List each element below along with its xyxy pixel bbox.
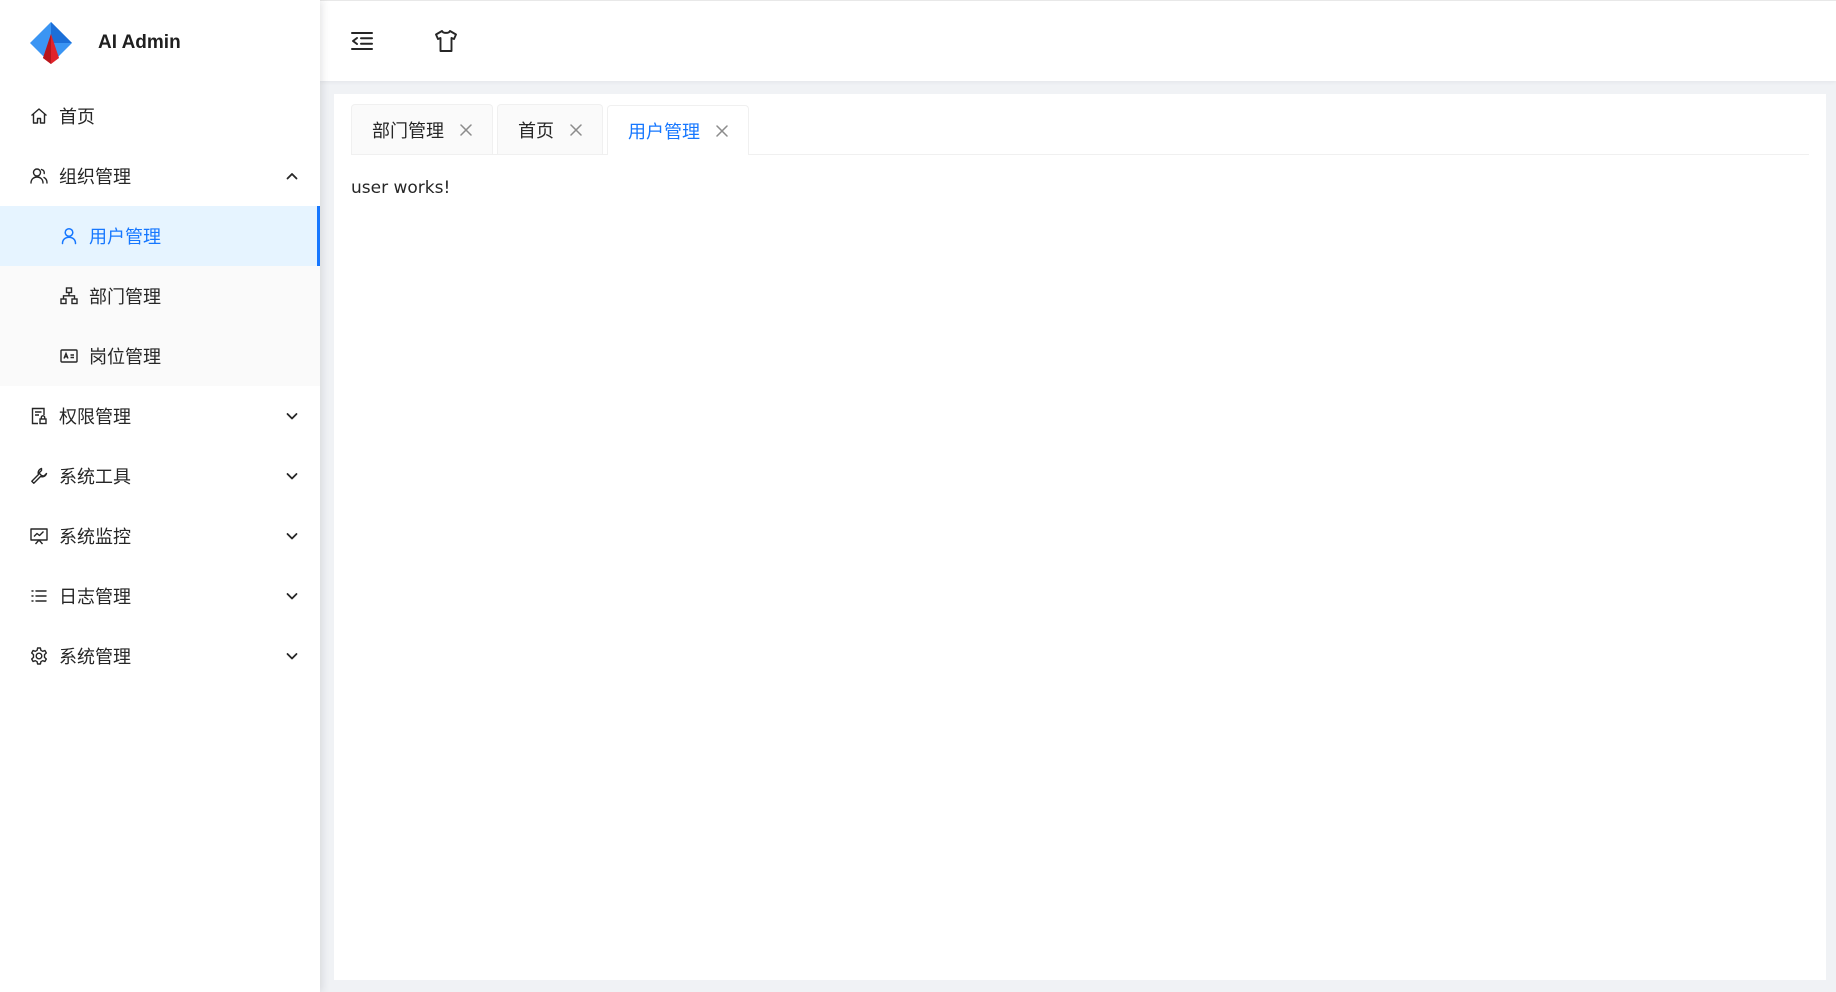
wrench-icon [28,465,50,487]
sidebar-item-label: 岗位管理 [89,347,161,368]
sidebar-item-system-monitor[interactable]: 系统监控 [0,506,320,566]
main-content: 部门管理 首页 用户管理 user works! [334,94,1826,980]
sidebar-item-label: 系统工具 [59,467,131,488]
file-lock-icon [28,405,50,427]
collapse-sidebar-button[interactable] [348,27,376,55]
skin-icon [435,30,457,52]
close-icon[interactable] [568,122,584,138]
tab-department-management[interactable]: 部门管理 [351,104,493,154]
sidebar-item-label: 首页 [59,107,95,128]
sidebar-item-label: 权限管理 [59,407,131,428]
sidebar-item-department-management[interactable]: 部门管理 [0,266,320,326]
close-icon[interactable] [714,123,730,139]
chevron-up-icon [286,173,298,180]
sidebar-item-label: 系统监控 [59,527,131,548]
home-icon [28,105,50,127]
tab-bar: 部门管理 首页 用户管理 [351,104,1809,155]
sidebar-item-log-management[interactable]: 日志管理 [0,566,320,626]
org-chart-icon [58,285,80,307]
top-header [320,0,1836,81]
sidebar-item-label: 用户管理 [89,227,161,248]
team-icon [28,165,50,187]
tab-home[interactable]: 首页 [497,104,603,154]
app-title: AI Admin [98,32,181,53]
list-icon [28,585,50,607]
sidebar-item-system-tools[interactable]: 系统工具 [0,446,320,506]
sidebar-item-label: 组织管理 [59,167,131,188]
sidebar-menu: 首页 组织管理 用户管理 部门管理 岗位管理 权限管理 系统工具 系统监控 日志… [0,86,320,686]
monitor-icon [28,525,50,547]
tab-label: 首页 [518,120,554,142]
sidebar-item-system-management[interactable]: 系统管理 [0,626,320,686]
logo[interactable]: AI Admin [0,0,320,86]
sidebar-item-label: 日志管理 [59,587,131,608]
tab-user-management[interactable]: 用户管理 [607,105,749,155]
sidebar-item-home[interactable]: 首页 [0,86,320,146]
logo-icon [30,22,72,64]
close-icon[interactable] [458,122,474,138]
chevron-down-icon [286,593,298,600]
theme-skin-button[interactable] [432,27,460,55]
sidebar-item-permission[interactable]: 权限管理 [0,386,320,446]
sidebar-item-position-management[interactable]: 岗位管理 [0,326,320,386]
user-icon [58,225,80,247]
submenu-organization: 用户管理 部门管理 岗位管理 [0,206,320,386]
tab-label: 部门管理 [372,120,444,142]
chevron-down-icon [286,473,298,480]
setting-icon [28,645,50,667]
menu-fold-icon [351,32,373,50]
tab-label: 用户管理 [628,121,700,143]
sidebar-item-label: 系统管理 [59,647,131,668]
page-body-text: user works! [351,178,451,198]
id-card-icon [58,345,80,367]
sidebar-item-user-management[interactable]: 用户管理 [0,206,320,266]
chevron-down-icon [286,653,298,660]
sidebar-item-organization[interactable]: 组织管理 [0,146,320,206]
sidebar-item-label: 部门管理 [89,287,161,308]
chevron-down-icon [286,413,298,420]
sidebar: AI Admin 首页 组织管理 用户管理 部门管理 岗位管理 权限管理 系统工… [0,0,320,992]
chevron-down-icon [286,533,298,540]
